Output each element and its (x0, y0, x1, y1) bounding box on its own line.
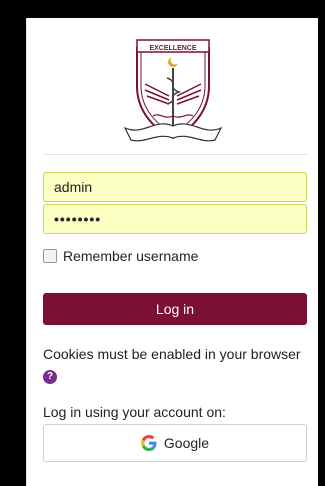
remember-username[interactable]: Remember username (43, 248, 198, 264)
google-label: Google (163, 435, 210, 451)
google-icon (140, 435, 157, 451)
password-input[interactable]: •••••••• (43, 204, 307, 234)
cookies-notice: Cookies must be enabled in your browser … (43, 344, 313, 384)
login-button[interactable]: Log in (43, 293, 307, 325)
google-login-button[interactable]: Google (43, 424, 307, 462)
divider (43, 154, 308, 155)
logo-banner-text: EXCELLENCE (149, 45, 196, 52)
cookies-message: Cookies must be enabled in your browser (43, 346, 301, 362)
institution-logo: EXCELLENCE (123, 34, 223, 148)
login-card: EXCELLENCE admin •••••••• Remember usern… (26, 18, 318, 486)
sso-heading: Log in using your account on: (43, 404, 226, 420)
remember-checkbox[interactable] (43, 249, 57, 263)
help-icon[interactable]: ? (43, 370, 57, 384)
remember-label: Remember username (63, 248, 199, 264)
username-input[interactable]: admin (43, 172, 307, 202)
